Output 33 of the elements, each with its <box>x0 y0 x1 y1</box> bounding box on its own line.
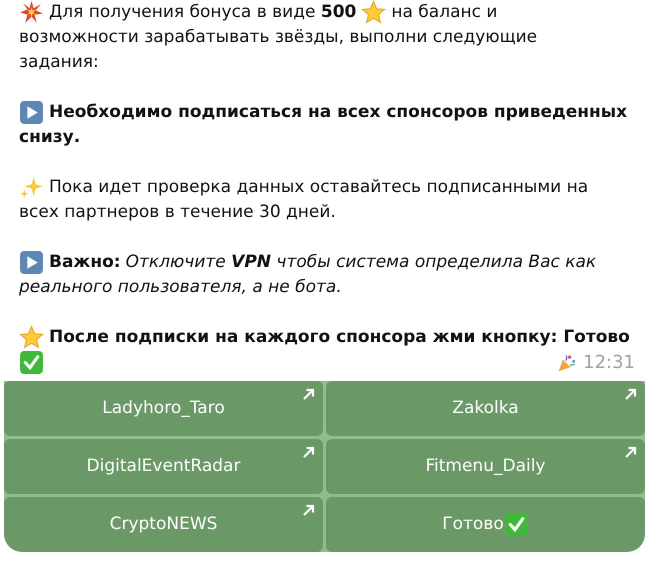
keyboard-button[interactable]: Ladyhoro_Taro <box>4 381 323 436</box>
message-text: снизу. <box>19 126 80 149</box>
check-icon <box>504 512 529 537</box>
play-icon <box>19 100 44 125</box>
message-text: возможности зарабатывать звёзды, выполни следующие <box>19 26 538 49</box>
message-text: Для получения бонуса в виде 500 <box>49 1 356 24</box>
arrow-icon <box>302 504 315 517</box>
arrow-icon <box>624 388 637 401</box>
check-icon <box>19 350 44 375</box>
message-text: Необходимо подписаться на всех спонсоров приведенных <box>49 101 628 124</box>
message-text: Пока идет проверка данных оставайтесь подписанными на <box>49 176 588 199</box>
sparkles-icon <box>19 175 44 200</box>
message-text: После подписки на каждого спонсора жми кнопку: Готово <box>49 326 630 349</box>
message-text: задания: <box>19 51 99 74</box>
keyboard-button[interactable]: Готово <box>326 497 645 552</box>
keyboard-button[interactable]: CryptoNEWS <box>4 497 323 552</box>
message-text: на баланс и <box>391 1 498 24</box>
arrow-icon <box>624 446 637 459</box>
arrow-icon <box>302 446 315 459</box>
play-icon <box>19 250 44 275</box>
star-icon <box>361 0 386 25</box>
keyboard-button[interactable]: Fitmenu_Daily <box>326 439 645 494</box>
message-text: реального пользователя, а не бота. <box>19 276 342 299</box>
message-time: 12:31 <box>583 351 635 375</box>
burst-icon <box>19 0 44 25</box>
message-text: Отключите VPN чтобы система определила Вас как <box>126 251 596 274</box>
star-icon <box>19 325 44 350</box>
keyboard-button[interactable]: Zakolka <box>326 381 645 436</box>
message-text: всех партнеров в течение 30 дней. <box>19 201 336 224</box>
keyboard-button[interactable]: DigitalEventRadar <box>4 439 323 494</box>
party-popper-icon <box>557 352 578 372</box>
arrow-icon <box>302 388 315 401</box>
message-text: Важно: <box>49 251 121 274</box>
